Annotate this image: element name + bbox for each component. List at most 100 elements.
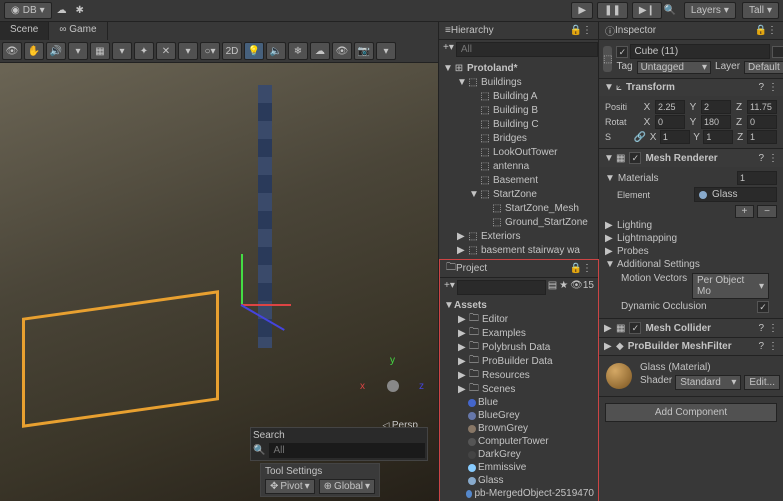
collider-enabled[interactable]: [629, 322, 641, 334]
active-checkbox[interactable]: [616, 46, 628, 58]
fold-icon[interactable]: ▶: [605, 233, 613, 244]
hierarchy-item[interactable]: ▶⬚Exteriors: [439, 229, 598, 243]
2d-toggle[interactable]: 2D: [222, 42, 242, 60]
project-item[interactable]: ▶🗀Polybrush Data: [440, 340, 598, 354]
panel-lock-icon[interactable]: 🔒: [755, 25, 767, 36]
hidden-toggle[interactable]: 👁15: [570, 280, 594, 295]
scene-root[interactable]: ▼⊞Protoland*: [439, 61, 598, 75]
hierarchy-item[interactable]: ⬚Ground_StartZone: [439, 215, 598, 229]
fold-icon[interactable]: ▼: [604, 82, 612, 93]
help-icon[interactable]: ?: [758, 82, 764, 93]
global-dropdown[interactable]: ⊕Global▾: [319, 479, 375, 494]
hierarchy-item[interactable]: ⬚antenna: [439, 159, 598, 173]
hierarchy-item[interactable]: ⬚Building C: [439, 117, 598, 131]
account-menu[interactable]: ◉DB▾: [4, 2, 52, 19]
project-item[interactable]: Blue: [440, 396, 598, 409]
tool-a[interactable]: ✦: [134, 42, 154, 60]
audio-toggle[interactable]: 🔊: [46, 42, 66, 60]
lighting-toggle[interactable]: 💡: [244, 42, 264, 60]
project-item[interactable]: ▶🗀Resources: [440, 368, 598, 382]
fold-icon[interactable]: ▶: [604, 323, 612, 334]
project-search-input[interactable]: [457, 280, 546, 295]
material-slot[interactable]: Glass: [694, 187, 777, 202]
project-item[interactable]: pb-MergedObject-2519470: [440, 487, 598, 500]
material-preview[interactable]: [606, 363, 632, 389]
help-icon[interactable]: ?: [758, 323, 764, 334]
filter-icon[interactable]: ▤: [548, 280, 557, 295]
panel-lock-icon[interactable]: 🔒: [570, 263, 582, 274]
pivot-dropdown[interactable]: ✥Pivot▾: [265, 479, 315, 494]
layers-dropdown[interactable]: Layers▾: [684, 2, 736, 19]
component-menu-icon[interactable]: ⋮: [768, 323, 778, 334]
pause-button[interactable]: ❚❚: [597, 2, 628, 19]
favorite-icon[interactable]: ★: [559, 280, 568, 295]
object-icon[interactable]: ⬚: [603, 46, 612, 72]
help-icon[interactable]: ?: [758, 341, 764, 352]
tool-b[interactable]: ✕: [156, 42, 176, 60]
renderer-enabled[interactable]: [629, 152, 641, 164]
panel-menu-icon[interactable]: ⋮: [582, 25, 592, 36]
project-item[interactable]: DarkGrey: [440, 448, 598, 461]
project-item[interactable]: ▶🗀Editor: [440, 312, 598, 326]
rot-z[interactable]: [747, 115, 777, 129]
fold-icon[interactable]: ▶: [605, 220, 613, 231]
dynamic-occlusion-checkbox[interactable]: [757, 301, 769, 313]
gizmo-dropdown[interactable]: 👁‍: [332, 42, 352, 60]
version-control-icon[interactable]: ✱: [72, 3, 88, 19]
link-icon[interactable]: 🔗: [634, 132, 646, 143]
panel-menu-icon[interactable]: ⋮: [767, 25, 777, 36]
panel-menu-icon[interactable]: ⋮: [582, 263, 592, 274]
static-checkbox[interactable]: [772, 46, 783, 58]
rot-y[interactable]: [701, 115, 731, 129]
hand-tool[interactable]: ✋: [24, 42, 44, 60]
tab-scene[interactable]: Scene: [0, 22, 49, 40]
orientation-gizmo[interactable]: x y z: [368, 361, 418, 411]
step-button[interactable]: ▶❙: [632, 2, 662, 19]
hierarchy-item[interactable]: ⬚Basement: [439, 173, 598, 187]
project-item[interactable]: Emmissive: [440, 461, 598, 474]
project-item[interactable]: Glass: [440, 474, 598, 487]
hierarchy-item[interactable]: ▼⬚StartZone: [439, 187, 598, 201]
fold-icon[interactable]: ▼: [604, 153, 612, 164]
materials-count[interactable]: [737, 171, 777, 185]
scene-search-input[interactable]: [269, 443, 425, 458]
assets-root[interactable]: ▼Assets: [440, 299, 598, 312]
pos-x[interactable]: [655, 100, 685, 114]
shader-dropdown[interactable]: Standard▾: [675, 375, 741, 390]
pos-z[interactable]: [747, 100, 777, 114]
hierarchy-item[interactable]: ⬚StartZone_Mesh: [439, 201, 598, 215]
pos-y[interactable]: [701, 100, 731, 114]
motion-dropdown[interactable]: Per Object Mo▾: [692, 273, 769, 299]
project-item[interactable]: ▶🗀ProBuilder Data: [440, 354, 598, 368]
hierarchy-item[interactable]: ⬚Bridges: [439, 131, 598, 145]
fold-icon[interactable]: ▼: [605, 259, 613, 270]
component-menu-icon[interactable]: ⋮: [768, 153, 778, 164]
hierarchy-item[interactable]: ▼⬚Buildings: [439, 75, 598, 89]
tag-dropdown[interactable]: Untagged▾: [637, 61, 711, 74]
skybox-toggle[interactable]: ☁: [310, 42, 330, 60]
object-name-input[interactable]: [630, 44, 770, 59]
search-icon[interactable]: 🔍: [662, 3, 678, 19]
layout-dropdown[interactable]: Tall▾: [742, 2, 779, 19]
scale-y[interactable]: [703, 130, 733, 144]
scale-x[interactable]: [660, 130, 690, 144]
hierarchy-search-input[interactable]: [456, 42, 598, 57]
project-item[interactable]: ▶🗀Examples: [440, 326, 598, 340]
rot-x[interactable]: [655, 115, 685, 129]
camera-toggle[interactable]: 📷: [354, 42, 374, 60]
fold-icon[interactable]: ▶: [604, 341, 612, 352]
project-item[interactable]: BlueGrey: [440, 409, 598, 422]
component-menu-icon[interactable]: ⋮: [768, 341, 778, 352]
layer-dropdown[interactable]: Default▾: [744, 61, 783, 74]
add-button[interactable]: +▾: [444, 280, 455, 295]
tool-c[interactable]: ▾: [178, 42, 198, 60]
view-tool[interactable]: 👁: [2, 42, 22, 60]
hierarchy-item[interactable]: ▶⬚basement stairway wa: [439, 243, 598, 257]
panel-lock-icon[interactable]: 🔒: [570, 25, 582, 36]
play-button[interactable]: ▶: [571, 2, 593, 19]
remove-material-button[interactable]: −: [757, 205, 777, 218]
gizmos-menu[interactable]: ▾: [376, 42, 396, 60]
edit-button[interactable]: Edit...: [744, 375, 780, 390]
fx-dropdown[interactable]: ▾: [68, 42, 88, 60]
grid-toggle[interactable]: ▦: [90, 42, 110, 60]
